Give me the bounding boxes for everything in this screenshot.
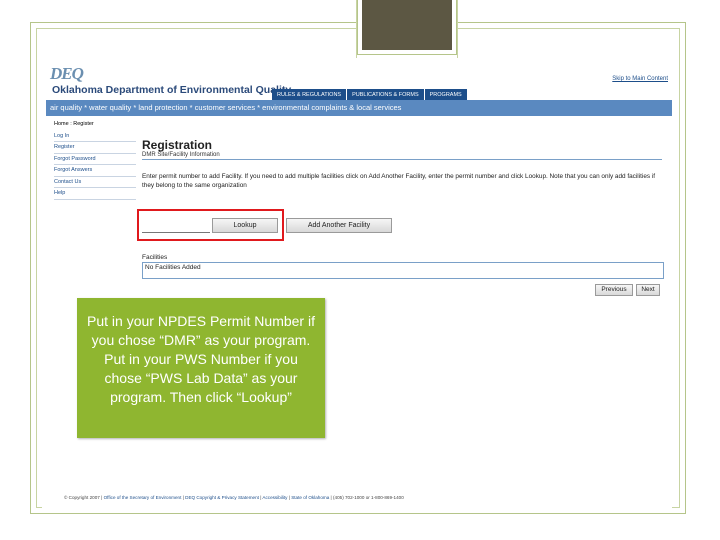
page-title: Registration [142, 138, 213, 152]
website-screenshot: DEQ Oklahoma Department of Environmental… [42, 58, 672, 508]
instruction-callout: Put in your NPDES Permit Number if you c… [77, 298, 325, 438]
facilities-empty-text: No Facilities Added [145, 264, 201, 271]
breadcrumb[interactable]: Home : Register [54, 119, 136, 131]
highlight-box [137, 209, 284, 241]
previous-button[interactable]: Previous [595, 284, 633, 296]
footer-link-state[interactable]: State of Oklahoma [291, 495, 329, 500]
sidebar-nav: Home : Register Log In Register Forgot P… [54, 119, 136, 200]
sidebar-item-forgot-password[interactable]: Forgot Password [54, 154, 136, 165]
add-another-facility-button[interactable]: Add Another Facility [286, 218, 392, 233]
sidebar-item-forgot-answers[interactable]: Forgot Answers [54, 165, 136, 177]
footer-link-privacy[interactable]: DEQ Copyright & Privacy Statement [185, 495, 259, 500]
footer-copyright: © Copyright 2007 [64, 495, 100, 500]
deq-logo[interactable]: DEQ [50, 64, 94, 84]
next-button[interactable]: Next [636, 284, 660, 296]
sidebar-item-contact-us[interactable]: Contact Us [54, 177, 136, 188]
header: DEQ Oklahoma Department of Environmental… [42, 62, 672, 102]
instructions-text: Enter permit number to add Facility. If … [142, 173, 656, 189]
skip-to-content-link[interactable]: Skip to Main Content [612, 76, 668, 82]
topic-bar[interactable]: air quality * water quality * land prote… [46, 100, 672, 116]
footer: © Copyright 2007 | Office of the Secreta… [64, 495, 404, 500]
sidebar-item-help[interactable]: Help [54, 188, 136, 200]
callout-text: Put in your NPDES Permit Number if you c… [87, 313, 315, 405]
site-title: Oklahoma Department of Environmental Qua… [52, 84, 292, 96]
facilities-list: No Facilities Added [142, 262, 664, 279]
sidebar-item-login[interactable]: Log In [54, 131, 136, 142]
footer-phone: (405) 702-1000 or 1-800-869-1400 [333, 495, 404, 500]
page-subtitle: DMR Site/Facility Information [142, 152, 662, 160]
slide-corner-box [357, 0, 457, 55]
sidebar-item-register[interactable]: Register [54, 142, 136, 154]
footer-link-accessibility[interactable]: Accessibility [262, 495, 287, 500]
footer-link-secretary[interactable]: Office of the Secretary of Environment [104, 495, 182, 500]
facilities-label: Facilities [142, 254, 168, 261]
